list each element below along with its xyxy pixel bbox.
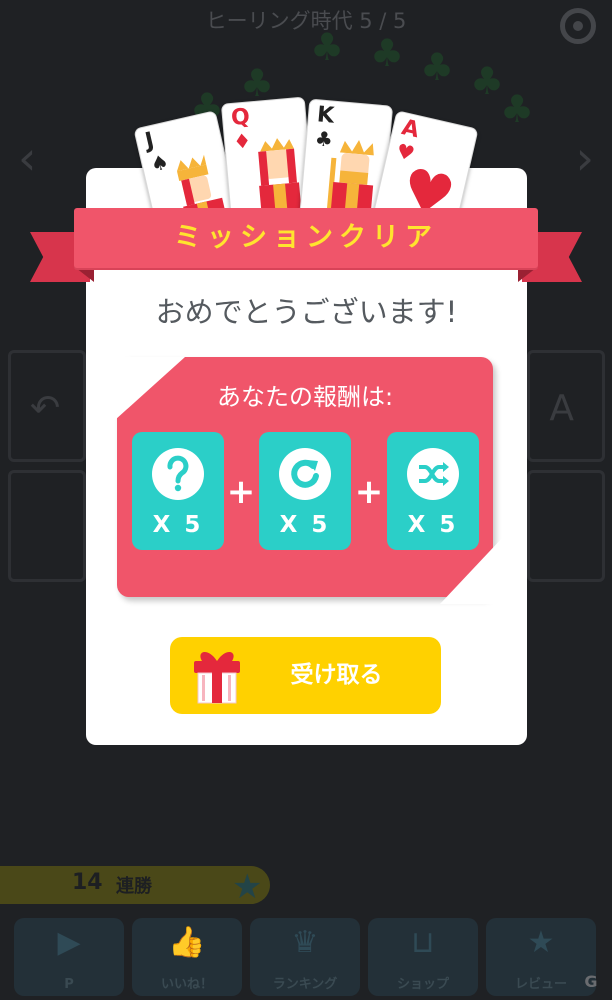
card-rank: Q	[230, 104, 251, 132]
streak-count: 14	[72, 870, 103, 895]
ranking-label: ランキング	[272, 977, 338, 992]
crown-icon: ♛	[291, 925, 319, 960]
win-streak-bar: 14 連勝	[0, 866, 270, 904]
like-label: いいね！	[160, 977, 213, 992]
shop-button[interactable]: ⊔ ショップ	[368, 918, 478, 996]
streak-star-icon: ★	[232, 867, 263, 907]
card-rank: J	[142, 128, 157, 155]
reward-title: あなたの報酬は:	[216, 383, 394, 411]
star-icon: ★	[527, 925, 555, 960]
receive-button[interactable]: 受け取る	[170, 637, 441, 714]
gift-box-icon	[194, 651, 240, 704]
plus-sign: +	[354, 472, 384, 512]
banner-title: ミッションクリア	[174, 222, 438, 253]
bottom-navigation: ▶ P 👍 いいね！ ♛ ランキング ⊔ ショップ ★ レビュー	[0, 912, 612, 1000]
reward-hint: X 5	[132, 432, 224, 550]
ranking-button[interactable]: ♛ ランキング	[250, 918, 360, 996]
shuffle-icon	[407, 448, 459, 500]
undo-refresh-icon	[279, 448, 331, 500]
queen-face-icon	[258, 138, 302, 218]
mission-clear-banner: ミッションクリア	[74, 208, 538, 268]
video-badge: P	[64, 977, 74, 992]
shop-label: ショップ	[396, 977, 449, 992]
card-slot	[8, 470, 86, 582]
video-icon: ▶	[57, 925, 81, 960]
reward-undo: X 5	[259, 432, 351, 550]
undo-icon: ↶	[30, 388, 61, 429]
card-rank: K	[316, 102, 336, 129]
reward-shuffle: X 5	[387, 432, 479, 550]
receive-button-label: 受け取る	[290, 662, 383, 688]
reward-count: X 5	[279, 512, 331, 538]
reward-count: X 5	[152, 512, 204, 538]
previous-arrow-icon[interactable]: ‹	[18, 135, 36, 181]
streak-label: 連勝	[116, 876, 152, 897]
congratulations-text: おめでとうございます!	[155, 295, 458, 329]
reward-count: X 5	[407, 512, 459, 538]
like-button[interactable]: 👍 いいね！	[132, 918, 242, 996]
foundation-slot-letter: A	[549, 388, 574, 429]
next-arrow-icon[interactable]: ›	[576, 135, 594, 181]
site-watermark-logo: G	[584, 972, 598, 991]
settings-gear-icon[interactable]	[560, 8, 596, 44]
video-reward-button[interactable]: ▶ P	[14, 918, 124, 996]
card-slot	[527, 470, 605, 582]
basket-icon: ⊔	[411, 925, 435, 960]
hint-question-icon	[152, 448, 204, 500]
thumbs-up-icon: 👍	[168, 925, 206, 960]
plus-sign: +	[226, 472, 256, 512]
